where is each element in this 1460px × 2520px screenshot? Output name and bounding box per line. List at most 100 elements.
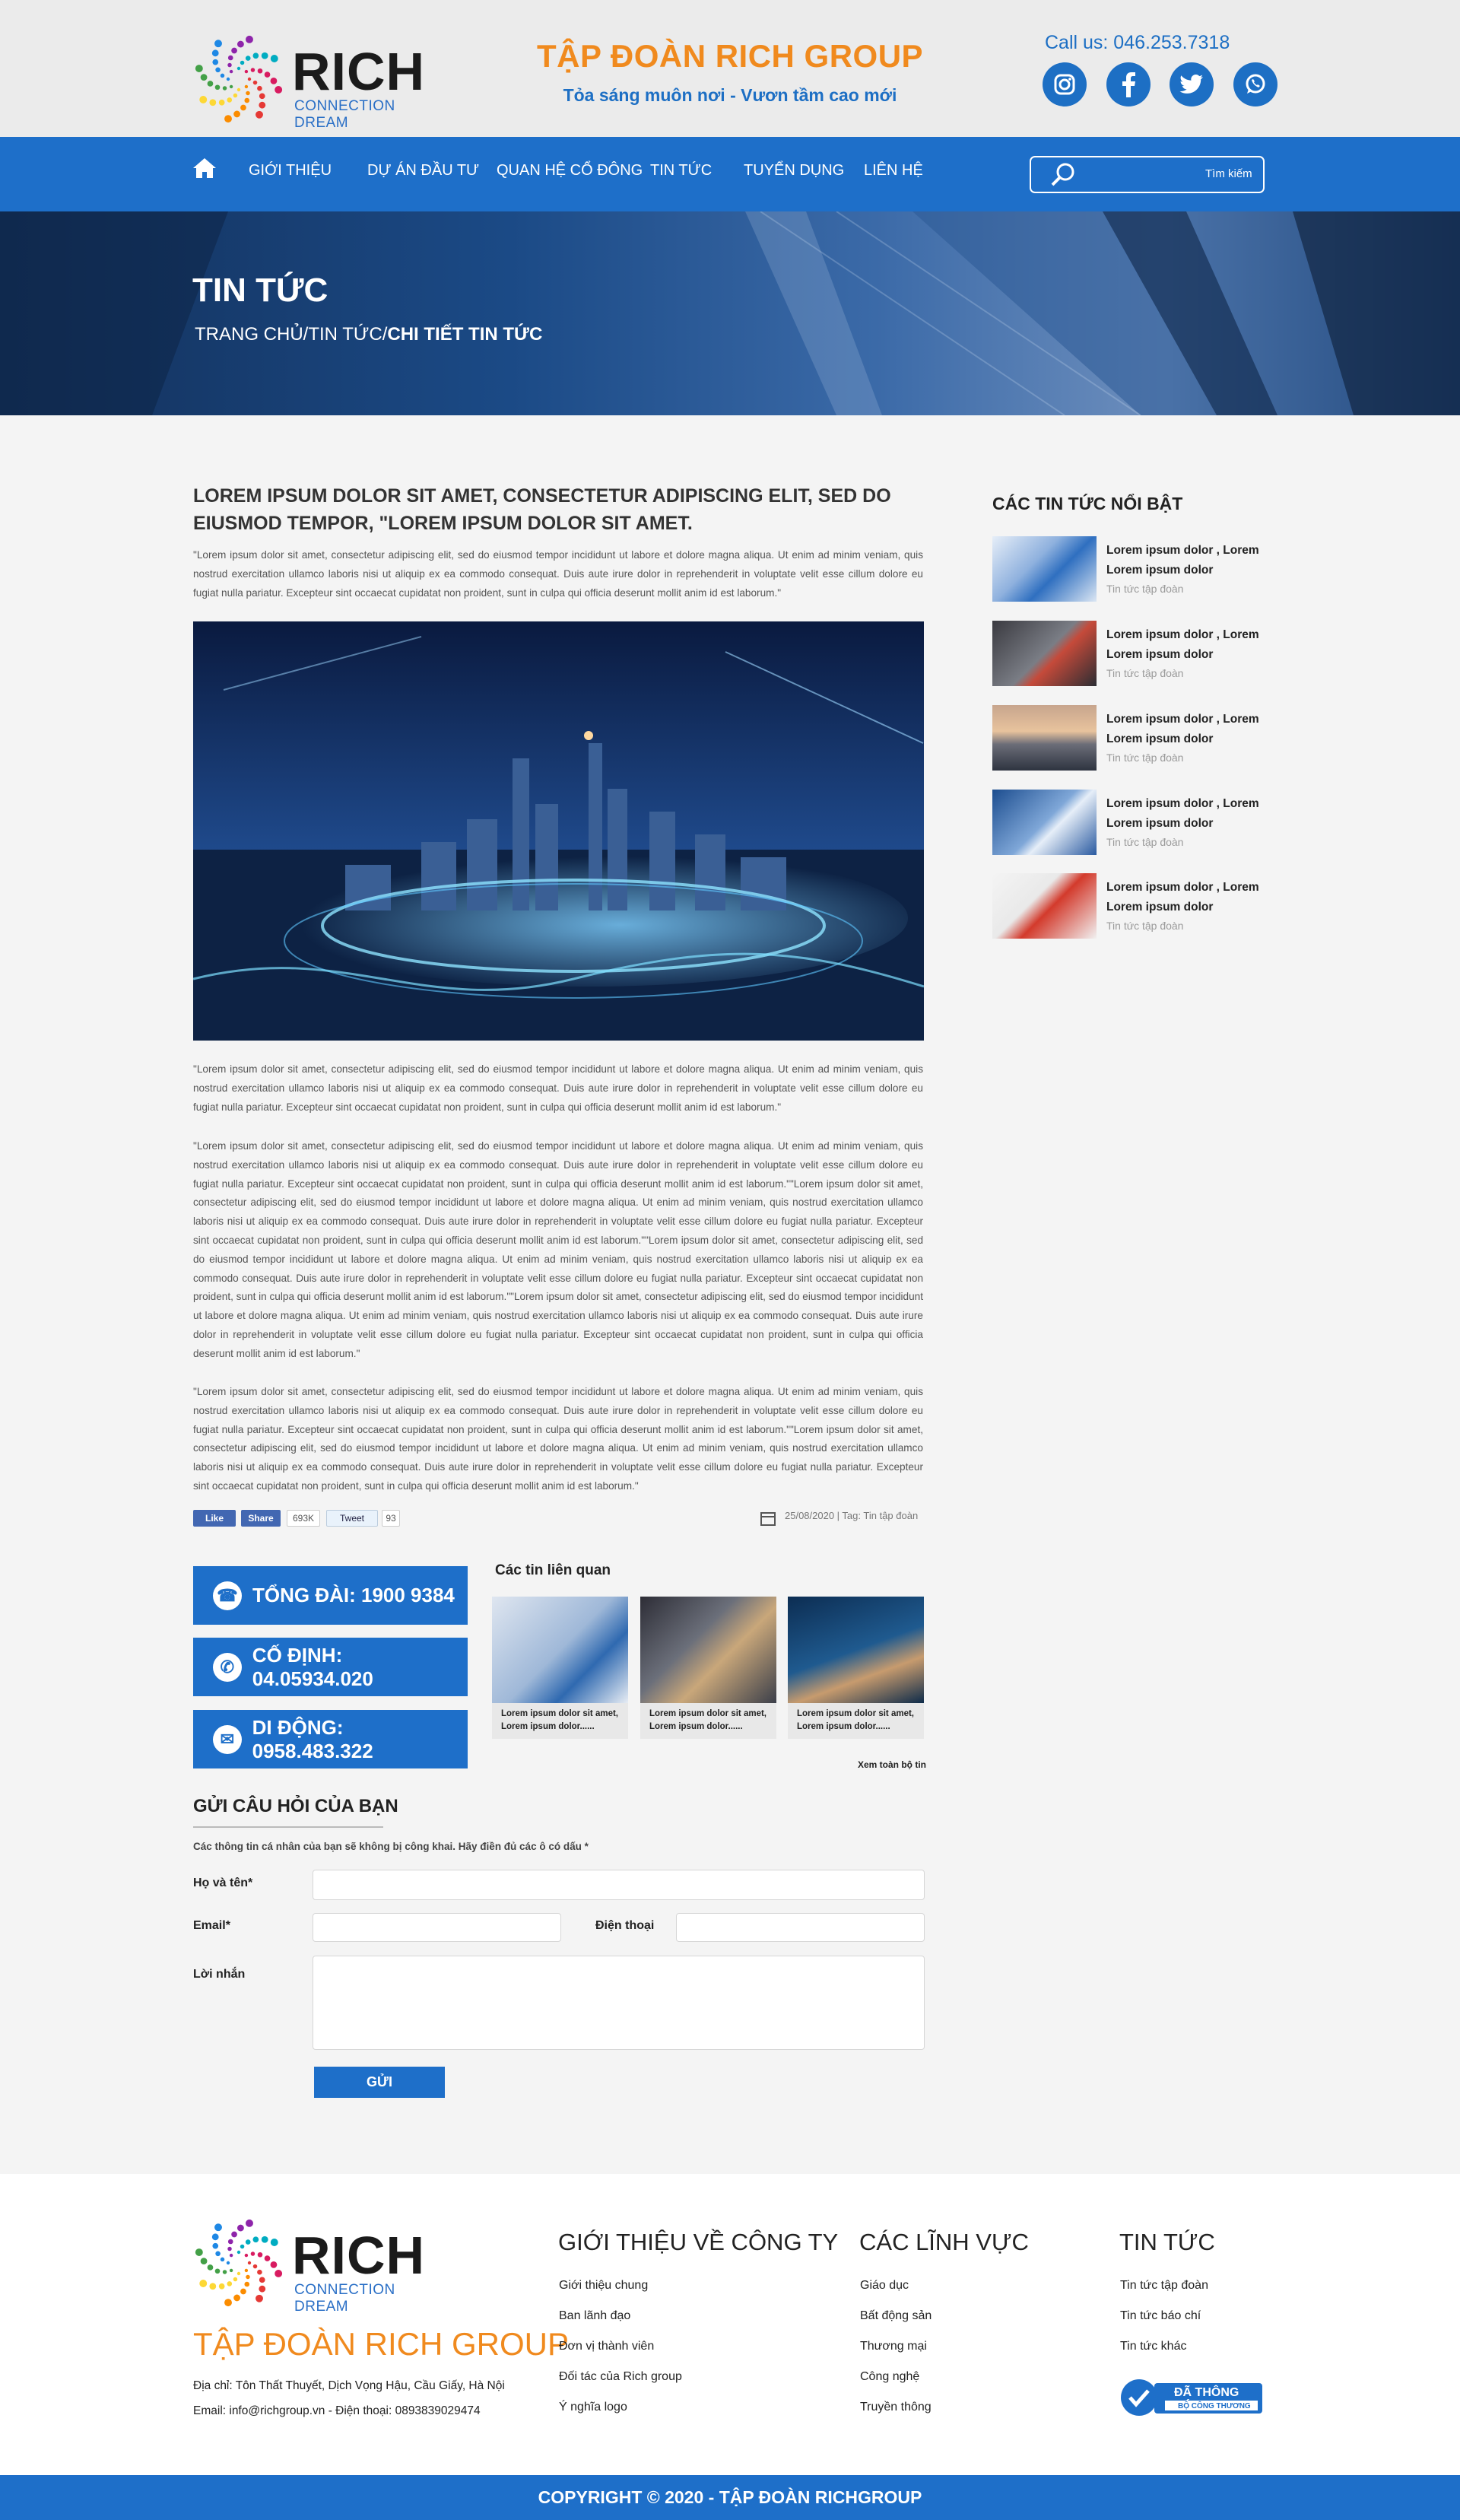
name-field[interactable] — [313, 1870, 925, 1900]
logo-dots-icon — [195, 35, 283, 123]
facebook-like-button[interactable]: Like — [193, 1510, 236, 1527]
breadcrumb: TRANG CHỦ/TIN TỨC/CHI TIẾT TIN TỨC — [195, 324, 542, 345]
phone-field[interactable] — [676, 1913, 925, 1942]
footer-link[interactable]: Tin tức khác — [1120, 2340, 1186, 2353]
nav-item-quan-he-co-dong[interactable]: QUAN HỆ CỔ ĐÔNG — [497, 162, 643, 180]
related-thumbnail — [788, 1597, 924, 1703]
featured-item[interactable]: Lorem ipsum dolor , Lorem Lorem ipsum do… — [992, 873, 1274, 942]
featured-category: Tin tức tập đoàn — [1106, 920, 1184, 932]
article-paragraph-2: "Lorem ipsum dolor sit amet, consectetur… — [193, 1140, 923, 1359]
footer-link[interactable]: Bất động sản — [860, 2309, 932, 2323]
related-item[interactable]: Lorem ipsum dolor sit amet, Lorem ipsum … — [492, 1597, 628, 1739]
logo-subtitle: CONNECTION DREAM — [294, 2282, 395, 2315]
footer-link[interactable]: Ý nghĩa logo — [559, 2401, 627, 2414]
submit-button[interactable]: GỬI — [314, 2067, 445, 2098]
nav-item-gioi-thieu[interactable]: GIỚI THIỆU — [249, 162, 332, 180]
twitter-icon[interactable] — [1170, 62, 1214, 106]
featured-thumbnail — [992, 873, 1097, 939]
footer-link[interactable]: Đơn vị thành viên — [559, 2340, 654, 2353]
banner-buildings-image — [0, 211, 1460, 415]
footer-link[interactable]: Công nghệ — [860, 2370, 919, 2384]
nav-item-tin-tuc[interactable]: TIN TỨC — [650, 162, 712, 180]
brand-block: TẬP ĐOÀN RICH GROUP Tỏa sáng muôn nơi - … — [532, 38, 928, 106]
footer-link[interactable]: Giáo dục — [860, 2279, 909, 2293]
calendar-icon — [760, 1512, 776, 1526]
footer-address: Địa chỉ: Tôn Thất Thuyết, Dịch Vọng Hậu,… — [193, 2379, 505, 2392]
home-icon[interactable] — [192, 157, 217, 180]
footer-link[interactable]: Ban lãnh đạo — [559, 2309, 630, 2323]
breadcrumb-current: CHI TIẾT TIN TỨC — [387, 324, 543, 345]
footer-logo[interactable]: RICH CONNECTION DREAM — [193, 2217, 429, 2315]
footer-link[interactable]: Tin tức tập đoàn — [1120, 2279, 1208, 2293]
email-label: Email* — [193, 1919, 230, 1932]
site-logo[interactable]: RICH CONNECTION DREAM — [193, 33, 429, 131]
nav-item-lien-he[interactable]: LIÊN HỆ — [864, 162, 923, 180]
related-item[interactable]: Lorem ipsum dolor sit amet, Lorem ipsum … — [788, 1597, 924, 1739]
tweet-count: 93 — [382, 1510, 400, 1527]
view-all-link[interactable]: Xem toàn bộ tin — [858, 1759, 926, 1770]
tweet-button[interactable]: Tweet — [326, 1510, 378, 1527]
badge-sub-text: BỘ CÔNG THƯƠNG — [1178, 2402, 1251, 2410]
featured-item[interactable]: Lorem ipsum dolor , Lorem Lorem ipsum do… — [992, 790, 1274, 858]
headset-icon: ☎ — [213, 1581, 242, 1610]
featured-category: Tin tức tập đoàn — [1106, 752, 1184, 764]
hotline-co-dinh[interactable]: ✆ CỐ ĐỊNH: 04.05934.020 — [193, 1638, 468, 1696]
featured-news-title: CÁC TIN TỨC NỔI BẬT — [992, 494, 1183, 513]
article-paragraph-1: "Lorem ipsum dolor sit amet, consectetur… — [193, 1063, 923, 1113]
nav-item-tuyen-dung[interactable]: TUYỂN DỤNG — [744, 162, 844, 180]
whatsapp-icon[interactable] — [1233, 62, 1278, 106]
featured-item[interactable]: Lorem ipsum dolor , Lorem Lorem ipsum do… — [992, 536, 1274, 605]
instagram-icon[interactable] — [1043, 62, 1087, 106]
brand-slogan: Tỏa sáng muôn nơi - Vươn tầm cao mới — [563, 85, 897, 105]
footer-contact: Email: info@richgroup.vn - Điện thoại: 0… — [193, 2404, 481, 2417]
featured-title: Lorem ipsum dolor , Lorem Lorem ipsum do… — [1106, 881, 1259, 914]
featured-title: Lorem ipsum dolor , Lorem Lorem ipsum do… — [1106, 713, 1259, 745]
footer-link[interactable]: Đối tác của Rich group — [559, 2370, 682, 2384]
featured-thumbnail — [992, 621, 1097, 686]
phone-label: Điện thoại — [595, 1919, 655, 1932]
facebook-share-button[interactable]: Share — [241, 1510, 281, 1527]
footer-link[interactable]: Thương mại — [860, 2340, 927, 2353]
tweet-label: Tweet — [339, 1513, 364, 1524]
like-count: 693K — [287, 1510, 320, 1527]
article-paragraph-3: "Lorem ipsum dolor sit amet, consectetur… — [193, 1386, 923, 1492]
email-field[interactable] — [313, 1913, 561, 1942]
search-icon[interactable] — [1048, 160, 1078, 190]
featured-item[interactable]: Lorem ipsum dolor , Lorem Lorem ipsum do… — [992, 705, 1274, 774]
footer-col-title: CÁC LĨNH VỰC — [859, 2229, 1029, 2255]
article-image — [193, 621, 924, 1041]
search-input[interactable]: Tìm kiếm — [1205, 167, 1252, 180]
hotline-tong-dai[interactable]: ☎ TỔNG ĐÀI: 1900 9384 — [193, 1566, 468, 1625]
facebook-icon[interactable] — [1106, 62, 1151, 106]
related-thumbnail — [492, 1597, 628, 1703]
form-title: GỬI CÂU HỎI CỦA BẠN — [193, 1796, 398, 1816]
featured-item[interactable]: Lorem ipsum dolor , Lorem Lorem ipsum do… — [992, 621, 1274, 689]
hotline-di-dong[interactable]: ✉ DI ĐỘNG: 0958.483.322 — [193, 1710, 468, 1768]
hotline-label: DI ĐỘNG: 0958.483.322 — [252, 1715, 373, 1762]
article-title: LOREM IPSUM DOLOR SIT AMET, CONSECTETUR … — [193, 485, 891, 534]
call-us[interactable]: Call us: 046.253.7318 — [1045, 32, 1230, 54]
message-field[interactable] — [313, 1956, 925, 2050]
footer-link[interactable]: Truyền thông — [860, 2401, 932, 2414]
logo-word: RICH — [292, 42, 426, 101]
breadcrumb-links[interactable]: TRANG CHỦ/TIN TỨC/ — [195, 324, 387, 345]
footer-brand: TẬP ĐOÀN RICH GROUP — [193, 2326, 569, 2362]
related-item[interactable]: Lorem ipsum dolor sit amet, Lorem ipsum … — [640, 1597, 776, 1739]
logo-dots-icon — [195, 2219, 283, 2307]
featured-thumbnail — [992, 536, 1097, 602]
copyright-text: COPYRIGHT © 2020 - TẬP ĐOÀN RICHGROUP — [538, 2487, 922, 2507]
featured-category: Tin tức tập đoàn — [1106, 583, 1184, 595]
related-text: Lorem ipsum dolor sit amet, Lorem ipsum … — [797, 1709, 914, 1731]
footer-link[interactable]: Giới thiệu chung — [559, 2279, 648, 2293]
nav-item-du-an[interactable]: DỰ ÁN ĐẦU TƯ — [367, 162, 479, 180]
bo-cong-thuong-badge[interactable]: ĐÃ THÔNG BÁO BỘ CÔNG THƯƠNG — [1119, 2379, 1265, 2417]
logo-word: RICH — [292, 2226, 426, 2285]
featured-category: Tin tức tập đoàn — [1106, 836, 1184, 848]
phone-icon: ✆ — [213, 1652, 242, 1682]
related-text: Lorem ipsum dolor sit amet, Lorem ipsum … — [649, 1709, 766, 1731]
brand-title: TẬP ĐOÀN RICH GROUP — [536, 38, 924, 74]
featured-category: Tin tức tập đoàn — [1106, 667, 1184, 679]
footer-link[interactable]: Tin tức báo chí — [1120, 2309, 1201, 2323]
form-note: Các thông tin cá nhân của bạn sẽ không b… — [193, 1841, 589, 1852]
article-meta: 25/08/2020 | Tag: Tin tập đoàn — [785, 1510, 919, 1521]
